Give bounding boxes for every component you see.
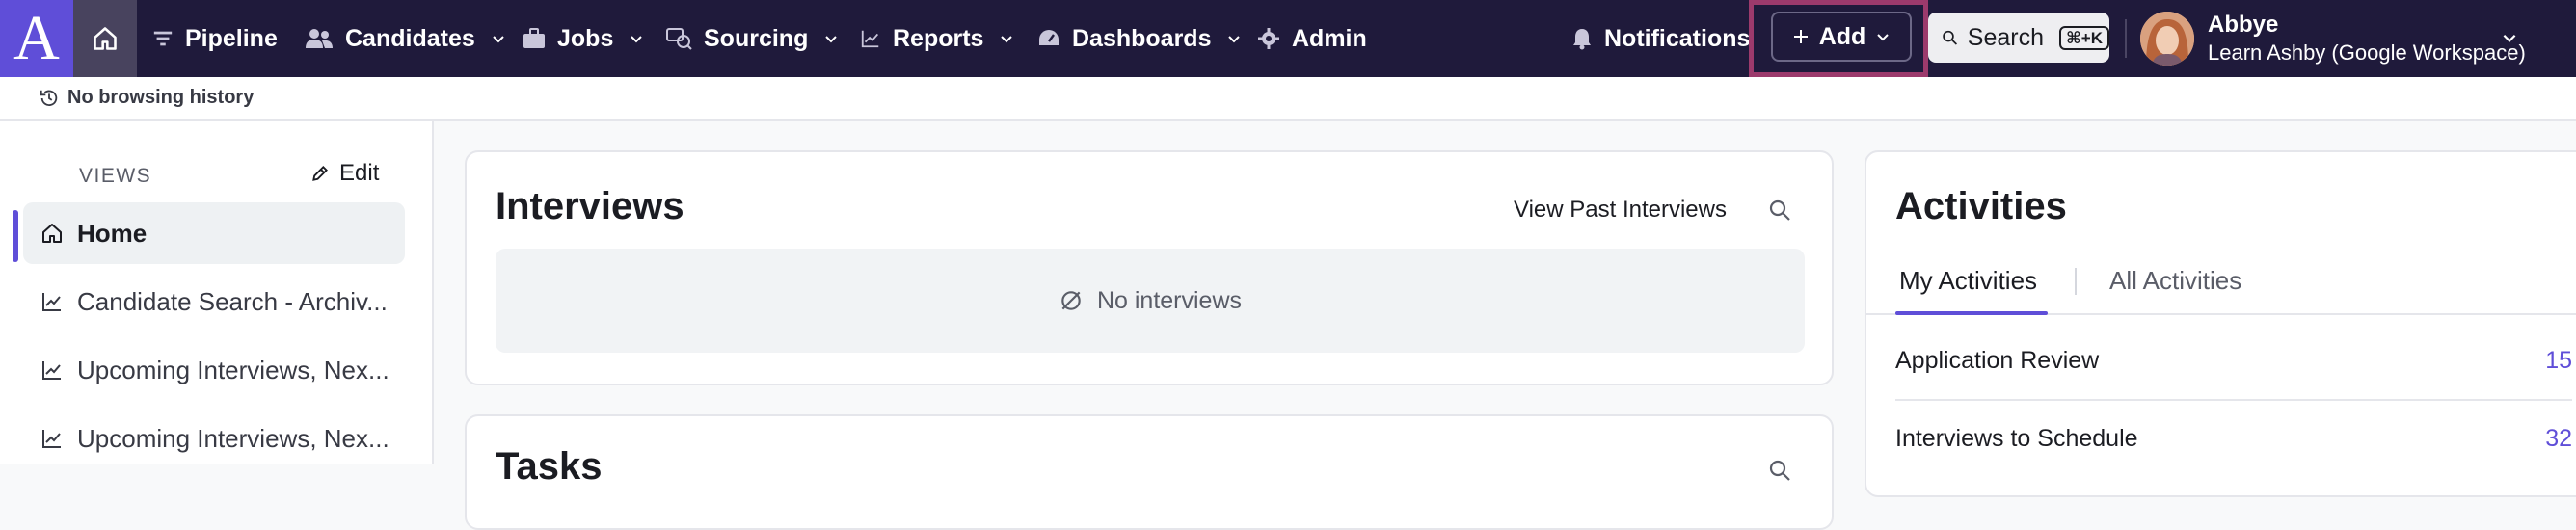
activity-row-application-review[interactable]: Application Review 15 <box>1895 321 2572 400</box>
top-navigation-bar: A Pipeline Candidates Jobs Sourcing Repo… <box>0 0 2576 77</box>
tasks-card: Tasks <box>465 414 1834 530</box>
users-icon <box>306 29 333 48</box>
plus-icon <box>1793 30 1808 43</box>
nav-notifications[interactable]: Notifications <box>1571 0 1750 77</box>
sidebar-item-label: Candidate Search - Archiv... <box>77 286 388 316</box>
search-icon[interactable] <box>1768 459 1791 482</box>
search-button[interactable]: Search ⌘+K <box>1928 13 2109 63</box>
activity-label: Application Review <box>1895 346 2100 374</box>
nav-jobs[interactable]: Jobs <box>523 0 644 77</box>
chart-line-icon <box>861 30 879 48</box>
chevron-down-icon <box>1001 36 1013 43</box>
active-tab-indicator <box>1895 311 2048 315</box>
chevron-down-icon <box>1877 34 1890 41</box>
sidebar-item-label: Upcoming Interviews, Nex... <box>77 423 389 453</box>
activity-count: 15 <box>2545 346 2572 374</box>
chevron-down-icon <box>493 36 504 43</box>
home-icon <box>42 224 62 243</box>
search-shortcut-badge: ⌘+K <box>2059 25 2109 50</box>
nav-candidates-label: Candidates <box>345 24 475 52</box>
tab-separator <box>2075 268 2077 295</box>
avatar[interactable] <box>2140 12 2194 66</box>
nav-dashboards-label: Dashboards <box>1072 24 1212 52</box>
nav-sourcing[interactable]: Sourcing <box>665 0 839 77</box>
chart-line-icon <box>42 430 61 448</box>
activities-card: Activities My Activities All Activities … <box>1865 150 2576 497</box>
activity-label: Interviews to Schedule <box>1895 424 2138 452</box>
chart-line-icon <box>42 293 61 311</box>
nav-divider <box>2125 19 2127 58</box>
user-name[interactable]: Abbye <box>2208 12 2278 39</box>
gauge-icon <box>1039 30 1059 45</box>
home-icon <box>94 27 117 50</box>
nav-admin[interactable]: Admin <box>1257 0 1367 77</box>
chevron-down-icon[interactable] <box>2501 29 2518 46</box>
gear-icon <box>1258 28 1279 49</box>
sidebar-item-upcoming-interviews-2[interactable]: Upcoming Interviews, Nex... <box>23 408 405 469</box>
chart-line-icon <box>42 361 61 380</box>
active-view-indicator <box>13 210 18 262</box>
browsing-history[interactable]: No browsing history <box>39 87 254 109</box>
chevron-down-icon <box>1228 36 1241 43</box>
tasks-title: Tasks <box>496 445 603 488</box>
nav-jobs-label: Jobs <box>557 24 614 52</box>
nav-notifications-label: Notifications <box>1604 24 1751 52</box>
nav-dashboards[interactable]: Dashboards <box>1037 0 1242 77</box>
interviews-empty-state: No interviews <box>496 249 1805 353</box>
nav-admin-label: Admin <box>1292 24 1367 52</box>
nav-reports[interactable]: Reports <box>860 0 1014 77</box>
user-organization[interactable]: Learn Ashby (Google Workspace) <box>2208 40 2526 66</box>
sidebar-item-upcoming-interviews[interactable]: Upcoming Interviews, Nex... <box>23 339 405 401</box>
empty-state-label: No interviews <box>1096 286 1243 314</box>
nav-sourcing-label: Sourcing <box>704 24 809 52</box>
search-button-label: Search <box>1967 23 2045 51</box>
sidebar-item-label: Home <box>77 218 148 248</box>
tab-my-activities[interactable]: My Activities <box>1899 266 2037 296</box>
view-past-interviews-link[interactable]: View Past Interviews <box>1514 197 1727 224</box>
sidebar-item-label: Upcoming Interviews, Nex... <box>77 355 389 384</box>
search-icon <box>1943 30 1957 45</box>
add-button[interactable]: Add <box>1771 12 1912 62</box>
history-icon <box>40 90 58 106</box>
history-label: No browsing history <box>67 87 255 108</box>
filter-icon <box>153 31 173 46</box>
nav-reports-label: Reports <box>893 24 984 52</box>
views-heading: VIEWS <box>79 165 152 187</box>
sidebar-item-home[interactable]: Home <box>23 202 405 264</box>
interviews-card: Interviews View Past Interviews No inter… <box>465 150 1834 385</box>
sourcing-icon <box>666 28 692 50</box>
nav-candidates[interactable]: Candidates <box>305 0 506 77</box>
user-photo-icon <box>2140 12 2194 66</box>
bell-icon <box>1573 29 1591 50</box>
chevron-down-icon <box>631 36 643 43</box>
sidebar-item-candidate-search[interactable]: Candidate Search - Archiv... <box>23 271 405 332</box>
edit-views-button[interactable]: Edit <box>310 160 379 187</box>
add-button-label: Add <box>1818 22 1866 50</box>
activities-title: Activities <box>1895 185 2067 227</box>
chevron-down-icon <box>825 36 838 43</box>
sidebar: VIEWS Edit Home Candidate Search - Archi… <box>0 121 434 464</box>
search-icon[interactable] <box>1768 199 1791 222</box>
interviews-title: Interviews <box>496 185 684 227</box>
pencil-icon <box>312 166 328 181</box>
nav-pipeline-label: Pipeline <box>185 24 278 52</box>
nav-home-button[interactable] <box>73 0 137 77</box>
history-bar: No browsing history <box>0 77 2576 121</box>
empty-set-icon <box>1061 291 1081 310</box>
activity-count: 32 <box>2545 424 2572 452</box>
ashby-logo[interactable]: A <box>0 0 73 77</box>
activity-row-interviews-to-schedule[interactable]: Interviews to Schedule 32 <box>1895 399 2572 478</box>
tab-all-activities[interactable]: All Activities <box>2109 266 2241 296</box>
edit-label: Edit <box>339 160 380 186</box>
briefcase-icon <box>523 28 545 48</box>
nav-pipeline[interactable]: Pipeline <box>152 0 278 77</box>
